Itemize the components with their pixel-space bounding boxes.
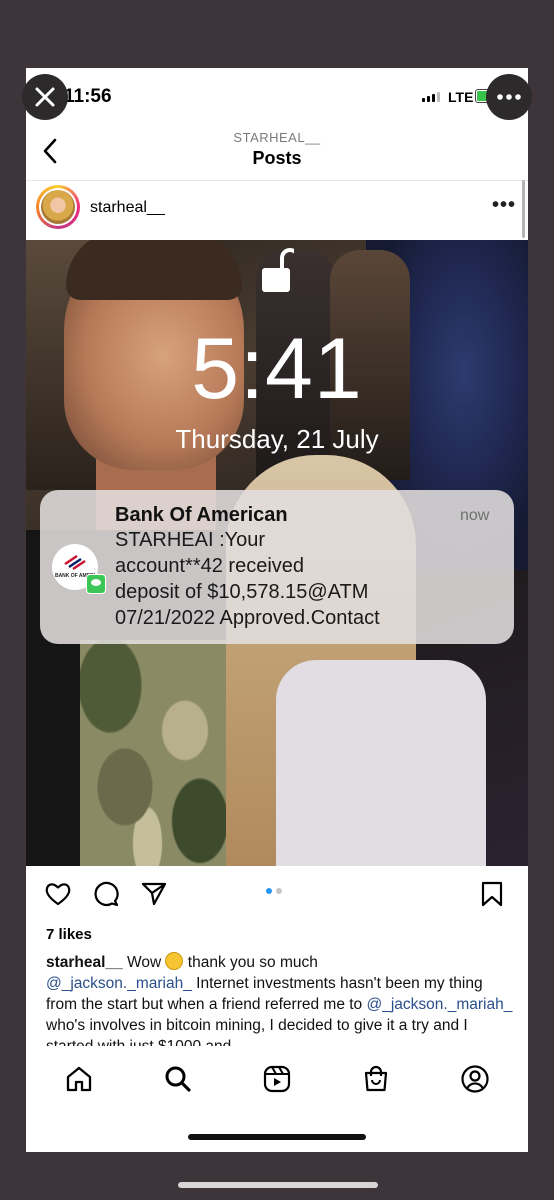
grinning-emoji-icon bbox=[165, 952, 184, 970]
posts-header: STARHEAL__ Posts bbox=[26, 124, 528, 181]
post-header: starheal__ ••• bbox=[26, 180, 528, 240]
notification-title: Bank Of American bbox=[115, 504, 288, 526]
bank-notification: BANK OF AMERI Bank Of American now STARH… bbox=[40, 490, 514, 644]
more-icon bbox=[497, 94, 521, 100]
notification-line: STARHEAI :Your bbox=[115, 529, 266, 551]
status-bar: 11:56 LTE bbox=[26, 68, 528, 124]
post-more-button[interactable]: ••• bbox=[492, 194, 516, 217]
profile-icon[interactable] bbox=[460, 1064, 490, 1094]
caption-mention[interactable]: @_jackson._mariah_ bbox=[366, 996, 512, 1013]
share-icon[interactable] bbox=[140, 880, 168, 908]
outer-home-indicator bbox=[178, 1182, 378, 1188]
close-icon bbox=[35, 87, 55, 107]
likes-count[interactable]: 7 likes bbox=[46, 926, 92, 943]
caption-mention[interactable]: @_jackson._mariah_ bbox=[46, 975, 192, 992]
post-actions bbox=[26, 866, 528, 922]
caption-username[interactable]: starheal__ bbox=[46, 954, 123, 971]
caption-text: thank you so much bbox=[183, 954, 318, 971]
more-button[interactable] bbox=[486, 74, 532, 120]
lock-screen-time: 5:41 bbox=[191, 321, 363, 417]
phone-screen: 11:56 LTE STARHEAL__ Posts starheal__ ••… bbox=[26, 68, 528, 1152]
status-time: 11:56 bbox=[64, 86, 112, 107]
shop-icon[interactable] bbox=[361, 1064, 391, 1094]
search-icon[interactable] bbox=[163, 1064, 193, 1094]
bookmark-icon[interactable] bbox=[480, 880, 504, 908]
carousel-dot bbox=[266, 888, 272, 894]
notification-line: 07/21/2022 Approved.Contact bbox=[115, 607, 380, 629]
post-caption: starheal__ Wow thank you so much @_jacks… bbox=[46, 952, 516, 1057]
notification-line: deposit of $10,578.15@ATM bbox=[115, 581, 369, 603]
close-button[interactable] bbox=[22, 74, 68, 120]
header-username: STARHEAL__ bbox=[233, 130, 321, 145]
screenshot-frame-top bbox=[0, 0, 554, 68]
heart-icon[interactable] bbox=[44, 880, 72, 908]
page-title: Posts bbox=[252, 148, 302, 168]
comment-icon[interactable] bbox=[92, 880, 120, 908]
carousel-dot bbox=[276, 888, 282, 894]
network-label: LTE bbox=[448, 89, 474, 105]
messages-icon bbox=[86, 574, 106, 594]
home-indicator[interactable] bbox=[188, 1134, 366, 1140]
screenshot-frame-bottom bbox=[0, 1152, 554, 1200]
post-username[interactable]: starheal__ bbox=[90, 199, 165, 217]
notification-line: account**42 received bbox=[115, 555, 305, 577]
notification-time: now bbox=[460, 507, 490, 524]
bottom-tab-bar bbox=[26, 1046, 528, 1106]
scrollbar[interactable] bbox=[522, 180, 525, 238]
avatar[interactable] bbox=[36, 185, 80, 229]
reels-icon[interactable] bbox=[262, 1064, 292, 1094]
unlock-icon bbox=[262, 248, 294, 292]
home-icon[interactable] bbox=[64, 1064, 94, 1094]
caption-text: Wow bbox=[122, 954, 166, 971]
post-image[interactable]: 5:41 Thursday, 21 July BANK OF AMERI Ban… bbox=[26, 240, 528, 866]
lock-screen-date: Thursday, 21 July bbox=[175, 424, 379, 454]
signal-icon bbox=[422, 92, 440, 102]
screenshot-frame-left bbox=[0, 68, 26, 1152]
screenshot-frame-right bbox=[528, 68, 554, 1152]
carousel-indicator bbox=[266, 888, 282, 894]
